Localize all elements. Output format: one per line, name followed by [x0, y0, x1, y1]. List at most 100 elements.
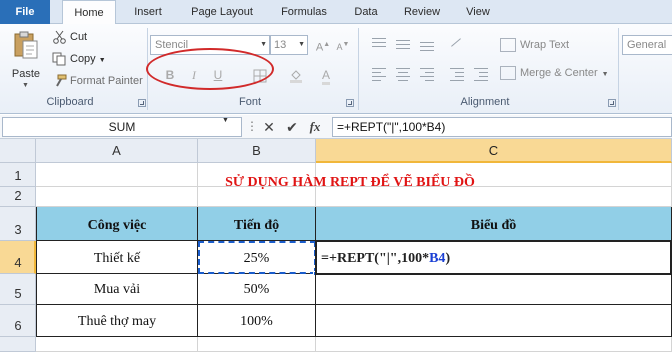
annotation-oval	[146, 48, 274, 90]
insert-function-button[interactable]: fx	[306, 118, 324, 136]
column-header-a[interactable]: A	[36, 139, 198, 163]
tab-file[interactable]: File	[0, 0, 50, 24]
fill-color-button[interactable]	[286, 65, 306, 85]
sheet-title[interactable]: SỬ DỤNG HÀM REPT ĐỂ VẼ BIỂU ĐỒ	[160, 175, 540, 191]
formula-prefix: =+REPT("|",100*	[321, 251, 430, 266]
wrap-text-button[interactable]: Wrap Text	[498, 36, 569, 54]
wrap-text-label: Wrap Text	[520, 39, 570, 51]
header-cell-progress[interactable]: Tiến độ	[198, 207, 316, 241]
tab-view[interactable]: View	[458, 0, 498, 24]
decrease-indent-icon[interactable]	[448, 66, 466, 82]
row-header-4[interactable]: 4	[0, 241, 36, 274]
copy-label: Copy	[70, 53, 96, 65]
cell-a7[interactable]	[36, 337, 198, 352]
row-number: 3	[14, 222, 22, 237]
formula-input[interactable]: =+REPT("|",100*B4)	[332, 117, 672, 137]
select-all-corner[interactable]	[0, 139, 36, 163]
font-color-icon: A	[321, 68, 330, 85]
merge-center-icon	[500, 66, 516, 80]
paste-button[interactable]: Paste ▼	[6, 28, 46, 89]
formula-suffix: )	[445, 251, 451, 266]
row-header-5[interactable]: 5	[0, 274, 36, 305]
tab-insert[interactable]: Insert	[124, 0, 172, 24]
align-left-icon[interactable]	[370, 66, 388, 82]
tab-data[interactable]: Data	[346, 0, 386, 24]
merge-center-label: Merge & Center	[520, 67, 598, 79]
alignment-group-label: Alignment	[460, 96, 510, 108]
row-number: 2	[14, 188, 22, 203]
cell-c7[interactable]	[316, 337, 672, 352]
group-divider	[358, 28, 359, 110]
ribbon-home: Paste ▼ Cut Copy ▼ Format Painter Clipboa…	[0, 24, 672, 114]
cell-b7[interactable]	[198, 337, 316, 352]
column-header-c[interactable]: C	[316, 139, 672, 163]
format-painter-label: Format Painter	[70, 75, 143, 87]
copy-dropdown-icon[interactable]: ▼	[99, 57, 106, 64]
alignment-launcher-icon[interactable]	[608, 99, 616, 107]
row-number: 6	[14, 318, 22, 333]
row-header-1[interactable]: 1	[0, 163, 36, 187]
formula-cell-reference: B4	[429, 251, 446, 266]
align-top-icon[interactable]	[370, 36, 388, 52]
font-group-label: Font	[238, 96, 261, 108]
cell-c5[interactable]	[316, 274, 672, 305]
row-header-2[interactable]: 2	[0, 187, 36, 207]
wrap-text-icon	[500, 38, 516, 52]
cell-c4-editing[interactable]: =+REPT("|",100*B4)	[315, 240, 672, 275]
number-format-select[interactable]: General	[622, 35, 672, 55]
cell-c6[interactable]	[316, 305, 672, 337]
merge-center-button[interactable]: Merge & Center ▼	[498, 64, 609, 82]
tab-formulas[interactable]: Formulas	[272, 0, 336, 24]
font-size-select[interactable]: 13 ▼	[270, 35, 308, 55]
tab-review[interactable]: Review	[396, 0, 448, 24]
tab-page-layout[interactable]: Page Layout	[180, 0, 264, 24]
merge-dropdown-icon[interactable]: ▼	[602, 71, 609, 78]
orientation-icon[interactable]	[448, 36, 466, 52]
referenced-cell-highlight	[198, 241, 318, 276]
font-launcher-icon[interactable]	[346, 99, 354, 107]
align-center-icon[interactable]	[394, 66, 412, 82]
progress-value: 100%	[240, 314, 273, 329]
name-box-dropdown-icon[interactable]: ▼	[222, 117, 229, 124]
paste-dropdown-icon[interactable]: ▼	[22, 82, 29, 89]
formula-bar-grip-icon[interactable]: ⋮	[246, 119, 258, 133]
align-middle-icon[interactable]	[394, 36, 412, 52]
align-right-icon[interactable]	[418, 66, 436, 82]
progress-value: 50%	[243, 282, 270, 297]
font-color-button[interactable]: A	[316, 65, 336, 85]
row-header-6[interactable]: 6	[0, 305, 36, 337]
row-header-7[interactable]	[0, 337, 36, 352]
enter-entry-button[interactable]: ✔	[283, 118, 301, 136]
header-cell-task[interactable]: Công việc	[36, 207, 198, 241]
cell-a5[interactable]: Mua vải	[36, 274, 198, 305]
row-header-3[interactable]: 3	[0, 207, 36, 241]
header-progress-label: Tiến độ	[233, 218, 280, 233]
format-painter-button[interactable]: Format Painter	[52, 72, 143, 90]
row-number: 5	[14, 286, 22, 301]
shrink-font-button[interactable]: A▼	[334, 36, 352, 54]
grow-font-button[interactable]: A▲	[314, 36, 332, 54]
cell-b5[interactable]: 50%	[198, 274, 316, 305]
cell-b6[interactable]: 100%	[198, 305, 316, 337]
cell-a6[interactable]: Thuê thợ may	[36, 305, 198, 337]
tab-home[interactable]: Home	[62, 0, 116, 25]
font-name-dropdown-icon[interactable]: ▼	[260, 36, 267, 54]
copy-button[interactable]: Copy ▼	[52, 50, 106, 68]
name-box[interactable]: SUM	[2, 117, 242, 137]
column-header-b[interactable]: B	[198, 139, 316, 163]
cell-a4[interactable]: Thiết kế	[36, 241, 198, 274]
paste-label: Paste	[11, 68, 41, 80]
clipboard-launcher-icon[interactable]	[138, 99, 146, 107]
cut-button[interactable]: Cut	[52, 28, 87, 46]
font-size-dropdown-icon[interactable]: ▼	[298, 36, 305, 54]
paste-icon	[14, 31, 38, 59]
task-name: Thiết kế	[93, 251, 141, 266]
clipboard-group-label: Clipboard	[46, 96, 94, 108]
cell-formula-text: =+REPT("|",100*B4)	[321, 251, 450, 267]
align-bottom-icon[interactable]	[418, 36, 436, 52]
row-number: 1	[14, 168, 22, 183]
header-cell-chart[interactable]: Biểu đồ	[316, 207, 672, 241]
increase-indent-icon[interactable]	[472, 66, 490, 82]
cancel-entry-button[interactable]: ✕	[260, 118, 278, 136]
header-task-label: Công việc	[87, 218, 147, 233]
